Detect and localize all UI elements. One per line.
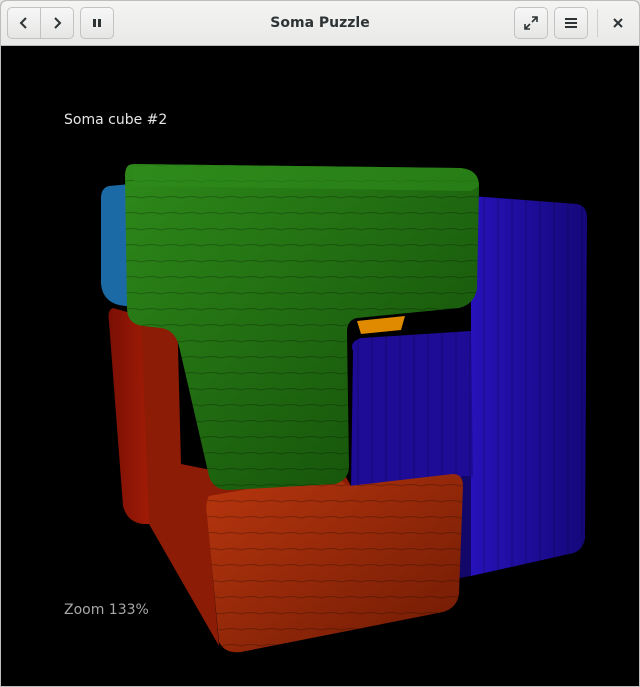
chevron-left-icon xyxy=(19,17,27,29)
chevron-right-icon xyxy=(54,17,62,29)
close-button[interactable] xyxy=(603,7,633,39)
orange-piece[interactable] xyxy=(357,316,405,334)
fullscreen-icon xyxy=(524,16,538,30)
back-button[interactable] xyxy=(7,7,41,39)
pause-button[interactable] xyxy=(80,7,114,39)
close-icon xyxy=(613,18,623,28)
puzzle-name-label: Soma cube #2 xyxy=(64,112,168,128)
puzzle-viewport[interactable]: Soma cube #2 Zoom 133% xyxy=(1,46,639,686)
soma-cube-render[interactable] xyxy=(1,46,639,686)
app-window: Soma Puzzle Soma cube #2 Zoom 133% xyxy=(0,0,640,687)
navigation-group xyxy=(7,7,74,39)
fullscreen-button[interactable] xyxy=(514,7,548,39)
zoom-level-label: Zoom 133% xyxy=(64,602,149,618)
hamburger-menu-icon xyxy=(565,18,577,28)
menu-button[interactable] xyxy=(554,7,588,39)
forward-button[interactable] xyxy=(40,7,74,39)
headerbar: Soma Puzzle xyxy=(1,1,639,46)
headerbar-separator xyxy=(597,9,598,37)
pause-icon xyxy=(93,19,101,27)
